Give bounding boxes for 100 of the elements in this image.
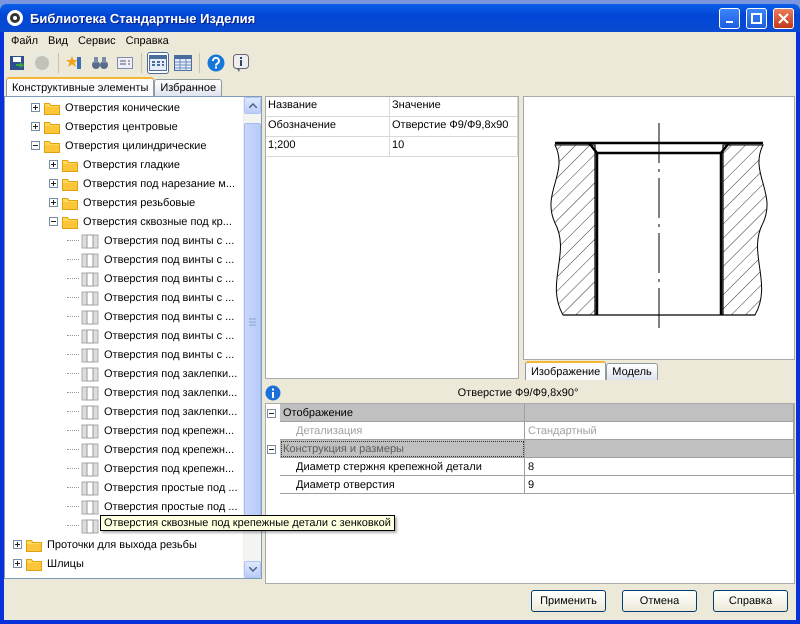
folder-icon xyxy=(62,196,78,210)
part-icon xyxy=(81,498,99,514)
folder-icon xyxy=(44,120,60,134)
window-title: Библиотека Стандартные Изделия xyxy=(30,10,256,26)
star-icon xyxy=(66,55,84,71)
circle-icon xyxy=(34,55,50,71)
collapse-toggle[interactable] xyxy=(266,444,276,454)
table-cell: Отверстие Ф9/Ф9,8х90 xyxy=(390,117,518,136)
tree-item[interactable]: Отверстия под заклепки... xyxy=(102,386,240,400)
expand-toggle[interactable] xyxy=(13,559,22,568)
object-title: Отверстие Ф9/Ф9,8х90° xyxy=(456,387,580,399)
expand-toggle[interactable] xyxy=(49,160,58,169)
toolbar-button[interactable] xyxy=(147,52,169,74)
expand-toggle[interactable] xyxy=(31,103,40,112)
tree-item[interactable]: Отверстия под нарезание м... xyxy=(81,176,238,190)
tree-item[interactable]: Отверстия под винты с ... xyxy=(102,272,236,286)
dialog-button[interactable]: Отмена xyxy=(622,590,697,612)
tab[interactable]: Модель xyxy=(606,363,658,380)
menu-item[interactable]: Вид xyxy=(43,35,73,47)
tooltip: Отверстия сквозные под крепежные детали с зенковкой xyxy=(100,515,395,531)
tree-item[interactable]: Отверстия резьбовые xyxy=(81,196,198,210)
dialog-button[interactable]: Применить xyxy=(531,590,606,612)
grip-icon xyxy=(249,318,256,326)
folder-icon xyxy=(26,556,42,570)
close-icon xyxy=(778,12,789,24)
expand-toggle[interactable] xyxy=(13,540,22,549)
table-icon xyxy=(174,55,192,71)
tree-item[interactable]: Шлицы xyxy=(45,556,86,570)
collapse-toggle[interactable] xyxy=(31,141,40,150)
tab[interactable]: Конструктивные элементы xyxy=(6,77,154,96)
column-header: Значение xyxy=(390,97,518,116)
part-icon xyxy=(81,442,99,458)
folder-icon xyxy=(62,176,78,190)
minus-icon xyxy=(50,218,57,225)
folder-icon xyxy=(44,100,60,114)
tree-item[interactable]: Отверстия под заклепки... xyxy=(102,404,240,418)
tree-item[interactable]: Отверстия простые под ... xyxy=(102,480,240,494)
tree-item[interactable]: Отверстия простые под ... xyxy=(102,500,240,514)
part-icon xyxy=(81,404,99,420)
plus-icon xyxy=(50,180,57,187)
plus-icon xyxy=(50,161,57,168)
tree-item[interactable]: Отверстия под крепежн... xyxy=(102,462,236,476)
tree-item[interactable]: Отверстия под винты с ... xyxy=(102,348,236,362)
collapse-toggle[interactable] xyxy=(49,217,58,226)
tree-item[interactable]: Отверстия под винты с ... xyxy=(102,310,236,324)
part-icon xyxy=(81,518,99,534)
menu-item[interactable]: Справка xyxy=(120,35,174,47)
tree-item[interactable]: Отверстия сквозные под кр... xyxy=(81,214,234,228)
tree-item[interactable]: Отверстия под винты с ... xyxy=(102,290,236,304)
gear-icon xyxy=(6,9,24,27)
minimize-icon xyxy=(726,21,733,23)
tree-item[interactable]: Проточки для выхода резьбы xyxy=(45,538,199,552)
tree-item[interactable]: Отверстия под крепежн... xyxy=(102,442,236,456)
part-icon xyxy=(81,328,99,344)
info-icon xyxy=(265,385,281,401)
close-button[interactable] xyxy=(773,8,794,28)
part-icon xyxy=(81,290,99,306)
part-icon xyxy=(81,252,99,268)
plus-icon xyxy=(32,104,39,111)
tab[interactable]: Избранное xyxy=(154,79,222,96)
expand-toggle[interactable] xyxy=(49,179,58,188)
menu-item[interactable]: Файл xyxy=(6,35,44,47)
tab[interactable]: Изображение xyxy=(525,361,606,380)
part-icon xyxy=(81,422,99,438)
property-value[interactable]: 8 xyxy=(525,458,794,476)
menu-item[interactable]: Сервис xyxy=(72,35,121,47)
info-icon xyxy=(233,54,249,72)
collapse-toggle[interactable] xyxy=(266,408,276,418)
table-cell: 1;200 xyxy=(266,137,390,156)
binoculars-icon xyxy=(91,55,109,71)
part-icon xyxy=(81,460,99,476)
table-cell: 10 xyxy=(390,137,518,156)
expand-toggle[interactable] xyxy=(49,198,58,207)
tree-item[interactable]: Отверстия цилиндрические xyxy=(63,138,208,152)
property-group[interactable]: Конструкция и размеры xyxy=(280,440,525,458)
part-icon xyxy=(81,232,99,248)
tree-item[interactable]: Отверстия конические xyxy=(63,100,182,114)
part-icon xyxy=(81,480,99,496)
tree-item[interactable]: Отверстия под крепежн... xyxy=(102,424,236,438)
help-icon xyxy=(207,54,225,72)
list-icon xyxy=(117,56,133,70)
expand-toggle[interactable] xyxy=(31,122,40,131)
part-icon xyxy=(81,346,99,362)
tree-item[interactable]: Отверстия под винты с ... xyxy=(102,252,236,266)
tree-item[interactable]: Отверстия под винты с ... xyxy=(102,328,236,342)
part-icon xyxy=(81,384,99,400)
folder-icon xyxy=(62,214,78,228)
tree-item[interactable]: Отверстия под заклепки... xyxy=(102,366,240,380)
column-header: Название xyxy=(266,97,390,116)
tree-item[interactable]: Отверстия гладкие xyxy=(81,158,182,172)
minimize-button[interactable] xyxy=(719,8,740,28)
property-group[interactable]: Отображение xyxy=(280,404,525,422)
plus-icon xyxy=(14,560,21,567)
property-value[interactable]: 9 xyxy=(525,476,794,494)
plus-icon xyxy=(14,541,21,548)
tree-item[interactable]: Отверстия под винты с ... xyxy=(102,234,236,248)
maximize-button[interactable] xyxy=(746,8,767,28)
dialog-button[interactable]: Справка xyxy=(713,590,788,612)
part-icon xyxy=(81,308,99,324)
tree-item[interactable]: Отверстия центровые xyxy=(63,120,180,134)
